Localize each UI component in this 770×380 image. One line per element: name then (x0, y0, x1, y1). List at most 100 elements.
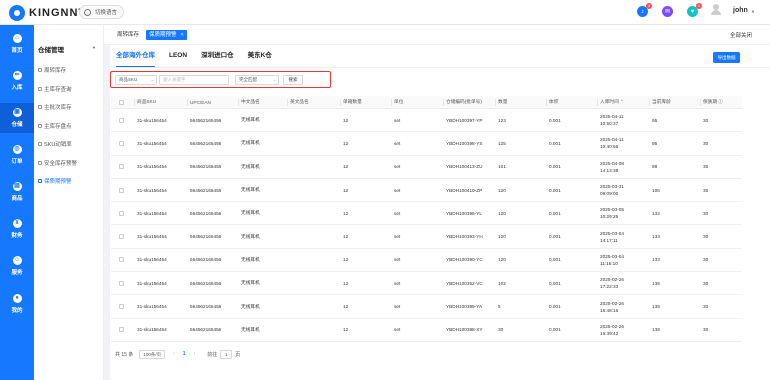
row-select-cell (117, 295, 129, 317)
table-row[interactable]: 31-sku156454 564562165456 无线耳机 12 set YBDH100… (111, 132, 742, 156)
row-checkbox[interactable] (119, 140, 124, 146)
row-checkbox[interactable] (119, 304, 124, 310)
message-icon[interactable]: ✉ (662, 6, 673, 17)
keyword-input[interactable]: 输入关键字 (159, 75, 229, 85)
nav-item-profile[interactable]: ● 我的 (0, 289, 34, 319)
submenu-item[interactable]: SKU动销率 (34, 135, 104, 154)
page-number-current[interactable]: 1 (183, 351, 186, 357)
row-checkbox[interactable] (119, 280, 124, 286)
table-cell: 132 (652, 210, 660, 216)
nav-item-inbound[interactable]: ⇐ 入库 (0, 66, 34, 96)
match-mode-select-value: 完全匹配 (239, 77, 257, 82)
submenu-item-label: 安全库存预警 (44, 160, 78, 167)
nav-item-home[interactable]: ⌂ 首页 (0, 29, 34, 59)
column-header: 保质期 ⓘ (703, 99, 724, 104)
app-root: KINGNNT 切换语言 ♪ 4 ✉ ♥ 4 john ▼ ⌂ 首页 ⇐ 入库 ▣ 仓储 ◎ 订单 ▤ 商… (0, 0, 770, 380)
user-name[interactable]: john (733, 7, 748, 14)
submenu-item[interactable]: 安全库存预警 (34, 154, 104, 173)
warehouse-tab-leon[interactable]: LEON (169, 45, 187, 67)
table-cell: 12 (343, 234, 349, 240)
avatar[interactable] (711, 3, 721, 15)
warehouse-tab-all[interactable]: 全部海外仓库 (116, 45, 155, 67)
jump-page-input[interactable]: 1 (220, 349, 233, 359)
user-menu-caret-icon[interactable]: ▼ (751, 9, 755, 14)
row-select-cell (117, 109, 129, 131)
row-checkbox[interactable] (119, 327, 124, 333)
table-cell: 2025-04-08 14:13:38 (600, 160, 624, 173)
nav-item-label: 订单 (11, 159, 23, 165)
table-cell: 564562165456 (190, 210, 222, 216)
sku-field-select[interactable]: 商品SKU ⌄ (115, 75, 157, 85)
table-cell: 30 (703, 164, 709, 170)
table-row[interactable]: 31-sku156454 564562165456 无线耳机 12 set YBDH100… (111, 109, 742, 133)
page-size-select[interactable]: 100条/页 (139, 349, 166, 359)
prev-page-button[interactable]: ‹ (173, 351, 175, 357)
close-all-tabs-button[interactable]: 全部关闭 (730, 31, 752, 39)
search-button[interactable]: 搜索 (283, 75, 303, 85)
nav-item-product[interactable]: ▤ 商品 (0, 177, 34, 207)
table-cell: 31-sku156454 (137, 164, 167, 170)
table-cell (288, 272, 338, 294)
row-checkbox[interactable] (119, 257, 124, 263)
row-checkbox[interactable] (119, 187, 124, 193)
table-cell: 30 (703, 210, 709, 216)
row-checkbox[interactable] (119, 117, 124, 123)
table-row[interactable]: 31-sku156454 564562165456 无线耳机 12 set YBDH100… (111, 202, 742, 226)
column-separator (495, 99, 496, 106)
service-icon[interactable]: ♥ 4 (687, 3, 702, 17)
submenu-item[interactable]: 主批次库存 (34, 98, 104, 117)
row-checkbox[interactable] (119, 210, 124, 216)
table-row[interactable]: 31-sku156454 564562165456 无线耳机 12 set YBDH100… (111, 319, 742, 342)
table-row[interactable]: 31-sku156454 564562165456 无线耳机 12 set YBDH100… (111, 295, 742, 319)
finance-icon: ¥ (12, 219, 22, 228)
table-row[interactable]: 31-sku156454 564562165456 无线耳机 12 set YBDH100… (111, 272, 742, 296)
table-row[interactable]: 31-sku156454 564562165456 无线耳机 12 set YBDH100… (111, 156, 742, 179)
logo[interactable]: KINGNNT (9, 5, 86, 21)
table-cell: 564562165456 (190, 117, 222, 123)
table-cell: 12 (343, 117, 349, 123)
row-checkbox[interactable] (119, 234, 124, 240)
warehouse-tab-us-east[interactable]: 美东K仓 (248, 45, 272, 67)
warehouse-icon: ▣ (12, 108, 22, 117)
table-row[interactable]: 31-sku156454 564562165456 无线耳机 12 set YBDH100… (111, 249, 742, 273)
column-header[interactable]: 入库时间 ⌃ (598, 96, 648, 108)
match-mode-select[interactable]: 完全匹配 ⌄ (235, 75, 279, 85)
service-icon: ☺ (12, 256, 22, 265)
nav-item-warehouse[interactable]: ▣ 仓储 (0, 103, 34, 133)
page-tab-turnover-inventory[interactable]: 周转库存 (114, 30, 142, 40)
column-header: 当前库龄 (652, 99, 671, 104)
table-cell (288, 225, 338, 247)
next-page-button[interactable]: › (194, 351, 196, 357)
table-cell: 30 (703, 140, 709, 146)
nav-item-label: 首页 (11, 48, 23, 54)
nav-item-order[interactable]: ◎ 订单 (0, 140, 34, 170)
submenu-item[interactable]: 主库存盘点 (34, 117, 104, 136)
table-cell: 31-sku156454 (137, 234, 167, 240)
nav-item-service[interactable]: ☺ 服务 (0, 251, 34, 281)
nav-item-label: 仓储 (11, 122, 23, 128)
table-row[interactable]: 31-sku156454 564562165456 无线耳机 12 set YBDH100… (111, 179, 742, 203)
nav-item-label: 我的 (11, 308, 23, 314)
warehouse-tab-shenzhen[interactable]: 深圳进口仓 (201, 45, 234, 67)
submenu-item[interactable]: 主库存查询 (34, 80, 104, 99)
table-cell (288, 295, 338, 317)
close-tab-icon[interactable]: × (181, 32, 184, 38)
collapse-caret-icon[interactable]: ▼ (92, 45, 96, 50)
nav-item-finance[interactable]: ¥ 财务 (0, 214, 34, 244)
table-cell: 564562165456 (190, 304, 222, 310)
table-cell: YBDH100395-YL (446, 210, 482, 216)
row-checkbox[interactable] (119, 164, 124, 170)
table-cell: 2025-04-11 10:50:37 (600, 114, 624, 127)
secondary-menu-title[interactable]: 仓储管理 (38, 44, 64, 54)
submenu-item[interactable]: 周转库存 (34, 61, 104, 80)
table-cell: 133 (652, 257, 660, 263)
nav-item-label: 财务 (11, 233, 23, 239)
language-switch-button[interactable]: 切换语言 (79, 5, 125, 19)
export-data-button[interactable]: 导出数据 (713, 52, 740, 63)
page-tab-shelf-life-warning[interactable]: 保质期预警 × (146, 30, 187, 40)
table-cell: 0.001 (549, 140, 561, 146)
select-all-checkbox[interactable] (119, 99, 124, 105)
bell-icon[interactable]: ♪ 4 (637, 3, 652, 17)
submenu-item[interactable]: 保质期预警 (34, 172, 104, 191)
table-row[interactable]: 31-sku156454 564562165456 无线耳机 12 set YBDH100… (111, 225, 742, 249)
